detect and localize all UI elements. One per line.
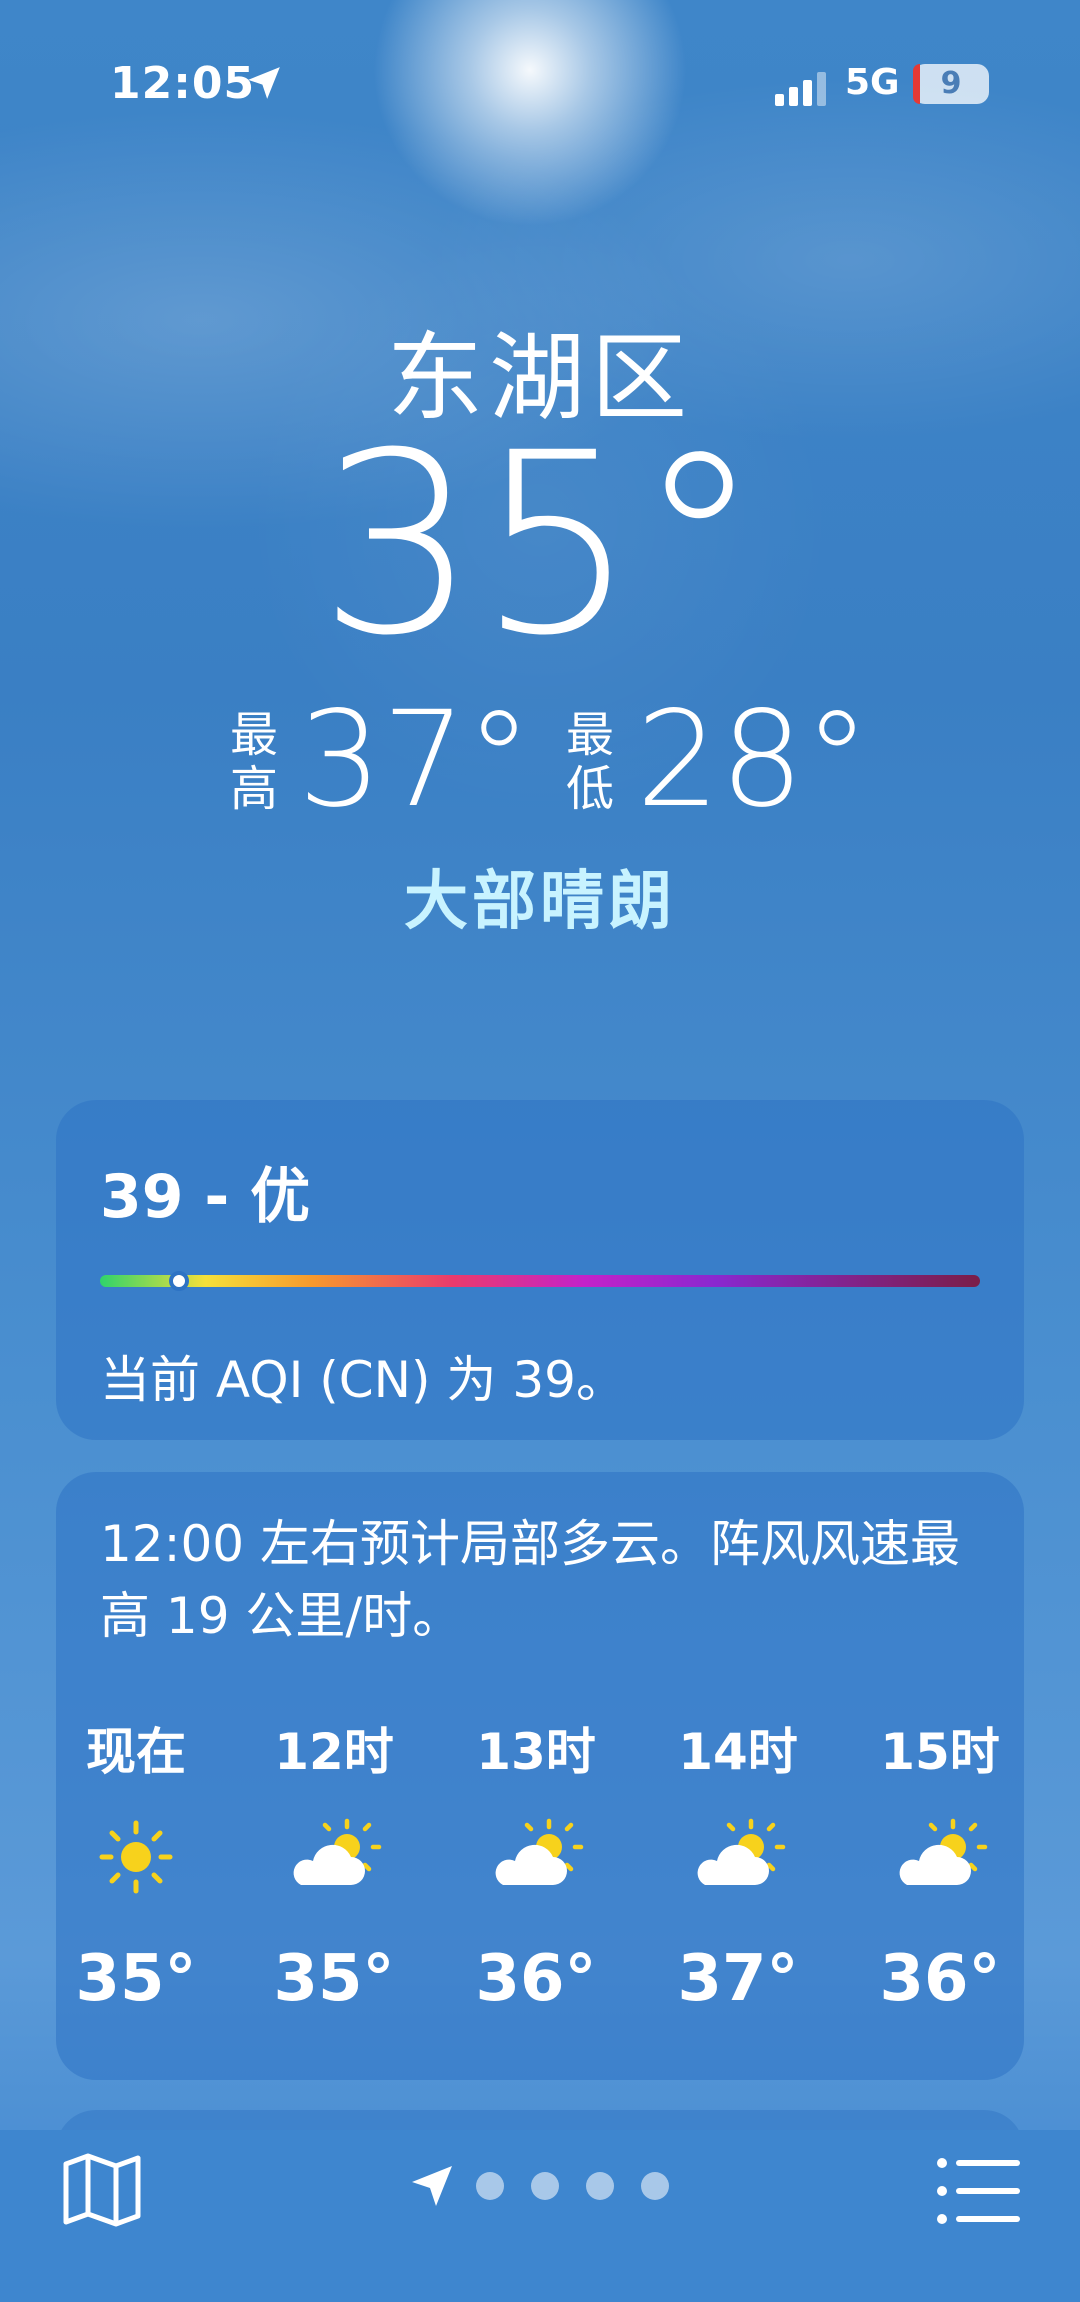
status-time: 12:05: [110, 58, 256, 109]
hour-label: 14时: [678, 1723, 798, 1781]
list-icon[interactable]: [936, 2155, 1022, 2227]
current-temperature: 35°: [318, 399, 762, 690]
page-dot[interactable]: [586, 2172, 614, 2200]
low-value: 28°: [636, 683, 870, 837]
partly-cloudy-icon: [254, 1817, 414, 1897]
low-label: 最低: [566, 707, 615, 817]
aqi-indicator: [169, 1271, 190, 1291]
aqi-description: 当前 AQI (CN) 为 39。: [100, 1351, 626, 1409]
hour-temp: 35°: [75, 1942, 197, 2016]
status-bar: 12:05 5G 9: [0, 58, 1080, 118]
hour-temp: 36°: [879, 1942, 1001, 2016]
page-dot[interactable]: [641, 2172, 669, 2200]
partly-cloudy-icon: [860, 1817, 1020, 1897]
high-low-temperatures: 最高 37° 最低 28°: [0, 690, 1080, 830]
hourly-forecast-card[interactable]: 12:00 左右预计局部多云。阵风风速最高 19 公里/时。 现在 12时 13…: [56, 1472, 1024, 2080]
location-arrow-icon: [248, 67, 280, 99]
high-value: 37°: [298, 683, 532, 837]
bottom-toolbar: [0, 2130, 1080, 2302]
location-arrow-icon[interactable]: [408, 2162, 456, 2210]
partly-cloudy-icon: [456, 1817, 616, 1897]
hour-label: 13时: [476, 1723, 596, 1781]
page-dot[interactable]: [476, 2172, 504, 2200]
battery-icon: 9: [913, 64, 989, 104]
page-dot[interactable]: [531, 2172, 559, 2200]
hour-label: 现在: [86, 1723, 186, 1781]
network-type: 5G: [845, 62, 900, 103]
cellular-signal-icon: [775, 72, 826, 106]
air-quality-card[interactable]: 39 - 优 当前 AQI (CN) 为 39。: [56, 1100, 1024, 1440]
hour-temp: 36°: [475, 1942, 597, 2016]
hour-temp: 37°: [677, 1942, 799, 2016]
weather-condition: 大部晴朗: [404, 865, 676, 939]
aqi-title: 39 - 优: [100, 1162, 311, 1232]
forecast-summary: 12:00 左右预计局部多云。阵风风速最高 19 公里/时。: [100, 1515, 960, 1645]
hour-temp: 35°: [273, 1942, 395, 2016]
aqi-scale-bar: [100, 1271, 980, 1291]
map-icon[interactable]: [60, 2150, 144, 2230]
hour-label: 15时: [880, 1723, 1000, 1781]
hour-label: 12时: [274, 1723, 394, 1781]
high-label: 最高: [230, 707, 279, 817]
battery-percent: 9: [940, 66, 962, 101]
partly-cloudy-icon: [658, 1817, 818, 1897]
sun-icon: [56, 1817, 216, 1897]
